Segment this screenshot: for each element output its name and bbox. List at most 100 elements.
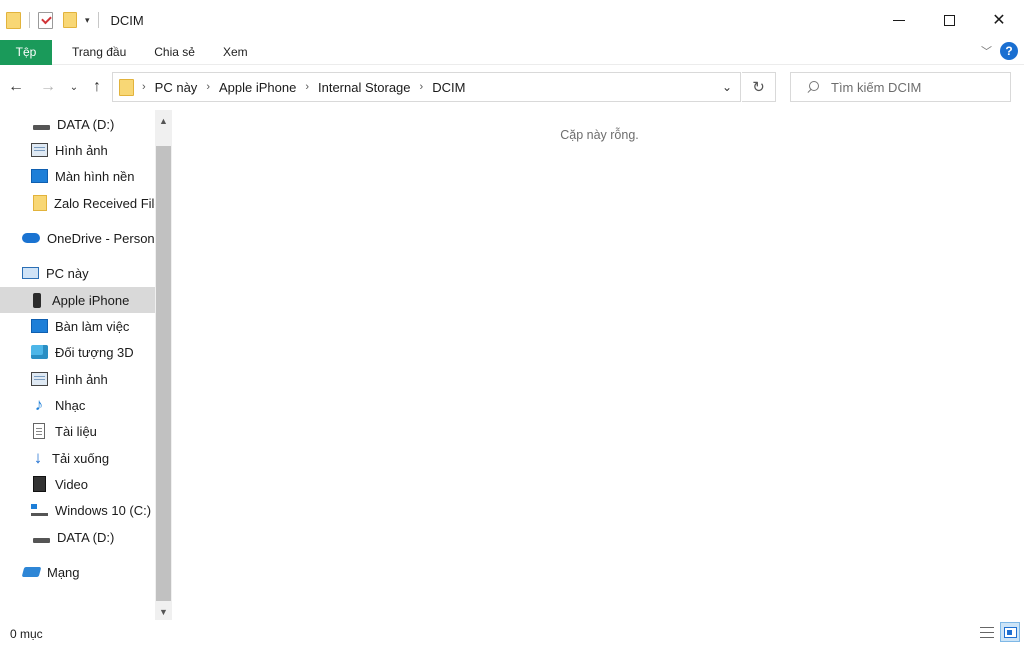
pictures-icon: [31, 143, 48, 157]
nav-item-label: Tài liệu: [55, 423, 97, 439]
3d-objects-icon: [31, 345, 48, 359]
drive-icon: [33, 124, 50, 130]
close-icon: ✕: [992, 12, 1006, 29]
nav-item-onedrive[interactable]: OneDrive - Personal: [0, 225, 155, 251]
breadcrumb-pc[interactable]: PC này: [155, 80, 198, 95]
phone-icon: [33, 292, 41, 308]
divider: [29, 12, 30, 28]
pictures-icon: [31, 372, 48, 386]
nav-item-downloads[interactable]: ↓ Tải xuống: [0, 445, 155, 471]
search-box[interactable]: Tìm kiếm DCIM: [790, 72, 1011, 102]
refresh-icon: ↻: [752, 79, 765, 96]
windows-drive-icon: [31, 504, 48, 516]
search-placeholder: Tìm kiếm DCIM: [831, 79, 922, 95]
nav-item-label: Hình ảnh: [55, 142, 108, 158]
download-icon: ↓: [33, 448, 43, 467]
folder-icon: [33, 195, 47, 211]
nav-item-label: Nhạc: [55, 397, 86, 413]
video-icon: [33, 476, 46, 492]
window-controls: ✕: [874, 0, 1024, 40]
nav-item-videos[interactable]: Video: [0, 471, 155, 497]
close-button[interactable]: ✕: [974, 0, 1024, 40]
address-row: ← → ⌄ ↑ › PC này › Apple iPhone › Intern…: [0, 66, 1024, 108]
up-button[interactable]: ↑: [87, 75, 107, 99]
nav-item-label: Apple iPhone: [52, 292, 130, 308]
nav-item-zalo-received-files[interactable]: Zalo Received Files: [0, 190, 155, 216]
nav-item-pictures-pc[interactable]: Hình ảnh: [0, 366, 155, 392]
nav-item-label: Mạng: [47, 564, 80, 580]
nav-item-pictures[interactable]: Hình ảnh: [0, 137, 155, 163]
nav-item-label: OneDrive - Personal: [47, 230, 155, 246]
recent-locations-button[interactable]: ⌄: [64, 75, 84, 99]
file-list-area[interactable]: Cặp này rỗng.: [175, 110, 1024, 620]
search-icon: [807, 81, 819, 93]
ribbon-tabs: Tệp Trang đầu Chia sẻ Xem ﹀ ?: [0, 39, 1024, 65]
tab-file[interactable]: Tệp: [0, 39, 52, 65]
nav-item-3d-objects[interactable]: Đối tượng 3D: [0, 339, 155, 365]
new-folder-icon[interactable]: [63, 12, 77, 28]
nav-item-label: Zalo Received Files: [54, 195, 155, 211]
breadcrumb-separator-icon[interactable]: ›: [142, 81, 146, 93]
cloud-icon: [22, 233, 40, 243]
breadcrumb-separator-icon[interactable]: ›: [206, 81, 210, 93]
large-icons-view-button[interactable]: [1000, 622, 1020, 642]
folder-icon: [119, 78, 134, 96]
network-icon: [21, 567, 42, 577]
nav-item-desktop[interactable]: Màn hình nền: [0, 163, 155, 189]
address-bar[interactable]: › PC này › Apple iPhone › Internal Stora…: [112, 72, 741, 102]
back-button[interactable]: ←: [6, 75, 26, 99]
ribbon-right-controls: ﹀ ?: [981, 42, 1018, 60]
details-view-button[interactable]: [977, 622, 997, 642]
empty-folder-message: Cặp này rỗng.: [560, 128, 639, 142]
nav-item-documents[interactable]: Tài liệu: [0, 418, 155, 444]
breadcrumb-separator-icon[interactable]: ›: [305, 81, 309, 93]
maximize-icon: [943, 14, 955, 26]
nav-item-this-pc[interactable]: PC này: [0, 260, 155, 286]
nav-item-apple-iphone[interactable]: Apple iPhone: [0, 287, 155, 313]
nav-item-label: DATA (D:): [57, 116, 115, 132]
nav-item-data-d-pc[interactable]: DATA (D:): [0, 524, 155, 550]
scroll-down-icon[interactable]: ▼: [155, 603, 172, 620]
nav-item-desktop-pc[interactable]: Bàn làm việc: [0, 313, 155, 339]
quick-access-toolbar: ▾: [0, 0, 103, 40]
properties-icon[interactable]: [38, 11, 53, 29]
arrow-left-icon: ←: [8, 78, 24, 95]
nav-item-music[interactable]: ♪ Nhạc: [0, 392, 155, 418]
refresh-button[interactable]: ↻: [742, 72, 776, 102]
address-history-dropdown-icon[interactable]: ⌄: [722, 80, 732, 94]
help-button[interactable]: ?: [1000, 42, 1018, 60]
nav-item-data-d[interactable]: DATA (D:): [0, 111, 155, 137]
forward-button[interactable]: →: [38, 75, 58, 99]
maximize-button[interactable]: [924, 0, 974, 40]
scrollbar-thumb[interactable]: [156, 146, 171, 601]
window-title: DCIM: [110, 12, 144, 28]
customize-toolbar-dropdown-icon[interactable]: ▾: [85, 15, 90, 26]
scroll-up-icon[interactable]: ▲: [155, 112, 172, 129]
nav-item-windows-c[interactable]: Windows 10 (C:): [0, 497, 155, 523]
tab-view[interactable]: Xem: [209, 40, 262, 65]
large-icons-view-icon: [1003, 626, 1017, 638]
minimize-button[interactable]: [874, 0, 924, 40]
tab-share[interactable]: Chia sẻ: [140, 40, 209, 65]
title-bar: ▾ DCIM ✕: [0, 0, 1024, 40]
desktop-icon: [31, 169, 48, 183]
drive-icon: [33, 537, 50, 543]
divider: [97, 12, 99, 28]
nav-item-network[interactable]: Mạng: [0, 559, 155, 585]
breadcrumb-dcim[interactable]: DCIM: [432, 80, 465, 95]
status-bar: 0 mục: [0, 620, 1024, 647]
nav-item-label: Màn hình nền: [55, 168, 135, 184]
nav-item-label: Video: [55, 476, 89, 492]
expand-ribbon-chevron-icon[interactable]: ﹀: [981, 43, 992, 59]
documents-icon: [33, 423, 45, 439]
tab-home[interactable]: Trang đầu: [58, 40, 140, 65]
nav-scrollbar[interactable]: ▲ ▼: [155, 110, 172, 620]
view-switcher: [977, 622, 1020, 642]
breadcrumb-internal-storage[interactable]: Internal Storage: [318, 80, 411, 95]
breadcrumb-separator-icon[interactable]: ›: [420, 81, 424, 93]
nav-item-label: Windows 10 (C:): [55, 502, 152, 518]
nav-item-label: Hình ảnh: [55, 371, 108, 387]
breadcrumb-apple-iphone[interactable]: Apple iPhone: [219, 80, 296, 95]
item-count: 0 mục: [10, 626, 43, 641]
folder-icon: [6, 11, 21, 29]
